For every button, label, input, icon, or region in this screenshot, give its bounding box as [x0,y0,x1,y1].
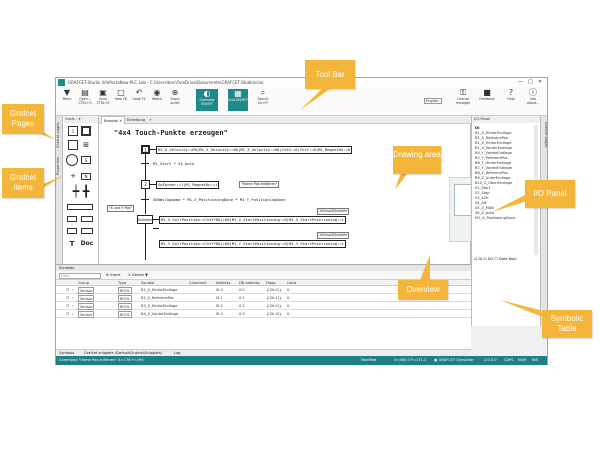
pointer-symbolic-table [500,300,545,318]
callout-drawing-area: Drawing area [393,146,441,174]
pointer-tool-bar [300,89,330,110]
callout-grafcet-items: Grafcet Items [2,168,44,198]
callout-pointers [30,89,545,318]
callout-symbolic-table: Symbolic Table [542,310,592,338]
pointer-overview [420,255,430,280]
callout-overview: Overview [398,280,448,300]
callout-io-panel: I/O Panel [525,180,575,208]
callout-grafcet-pages: Grafcet Pages [2,104,44,134]
